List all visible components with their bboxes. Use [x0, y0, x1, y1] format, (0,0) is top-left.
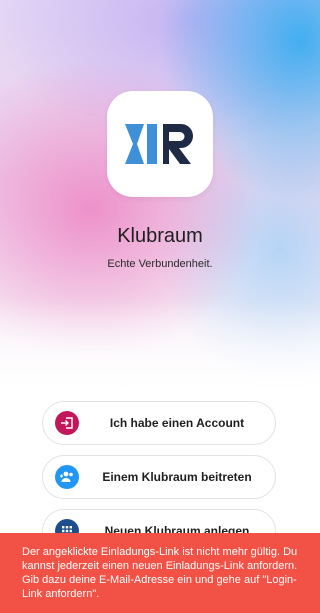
error-toast-message: Der angeklickte Einladungs-Link ist nich…	[22, 546, 298, 600]
login-account-button[interactable]: Ich habe einen Account	[42, 401, 276, 445]
login-icon	[55, 411, 79, 435]
hero-fade	[0, 300, 320, 410]
login-account-label: Ich habe einen Account	[109, 416, 245, 430]
join-klubraum-label: Einem Klubraum beitreten	[102, 470, 252, 484]
app-logo	[107, 91, 213, 197]
app-tagline: Echte Verbundenheit.	[107, 258, 213, 270]
error-toast: Der angeklickte Einladungs-Link ist nich…	[0, 533, 320, 613]
klubraum-logo-icon	[125, 124, 193, 164]
join-klubraum-button[interactable]: Einem Klubraum beitreten	[42, 455, 276, 499]
app-title: Klubraum	[117, 225, 203, 247]
group-add-icon	[55, 465, 79, 489]
